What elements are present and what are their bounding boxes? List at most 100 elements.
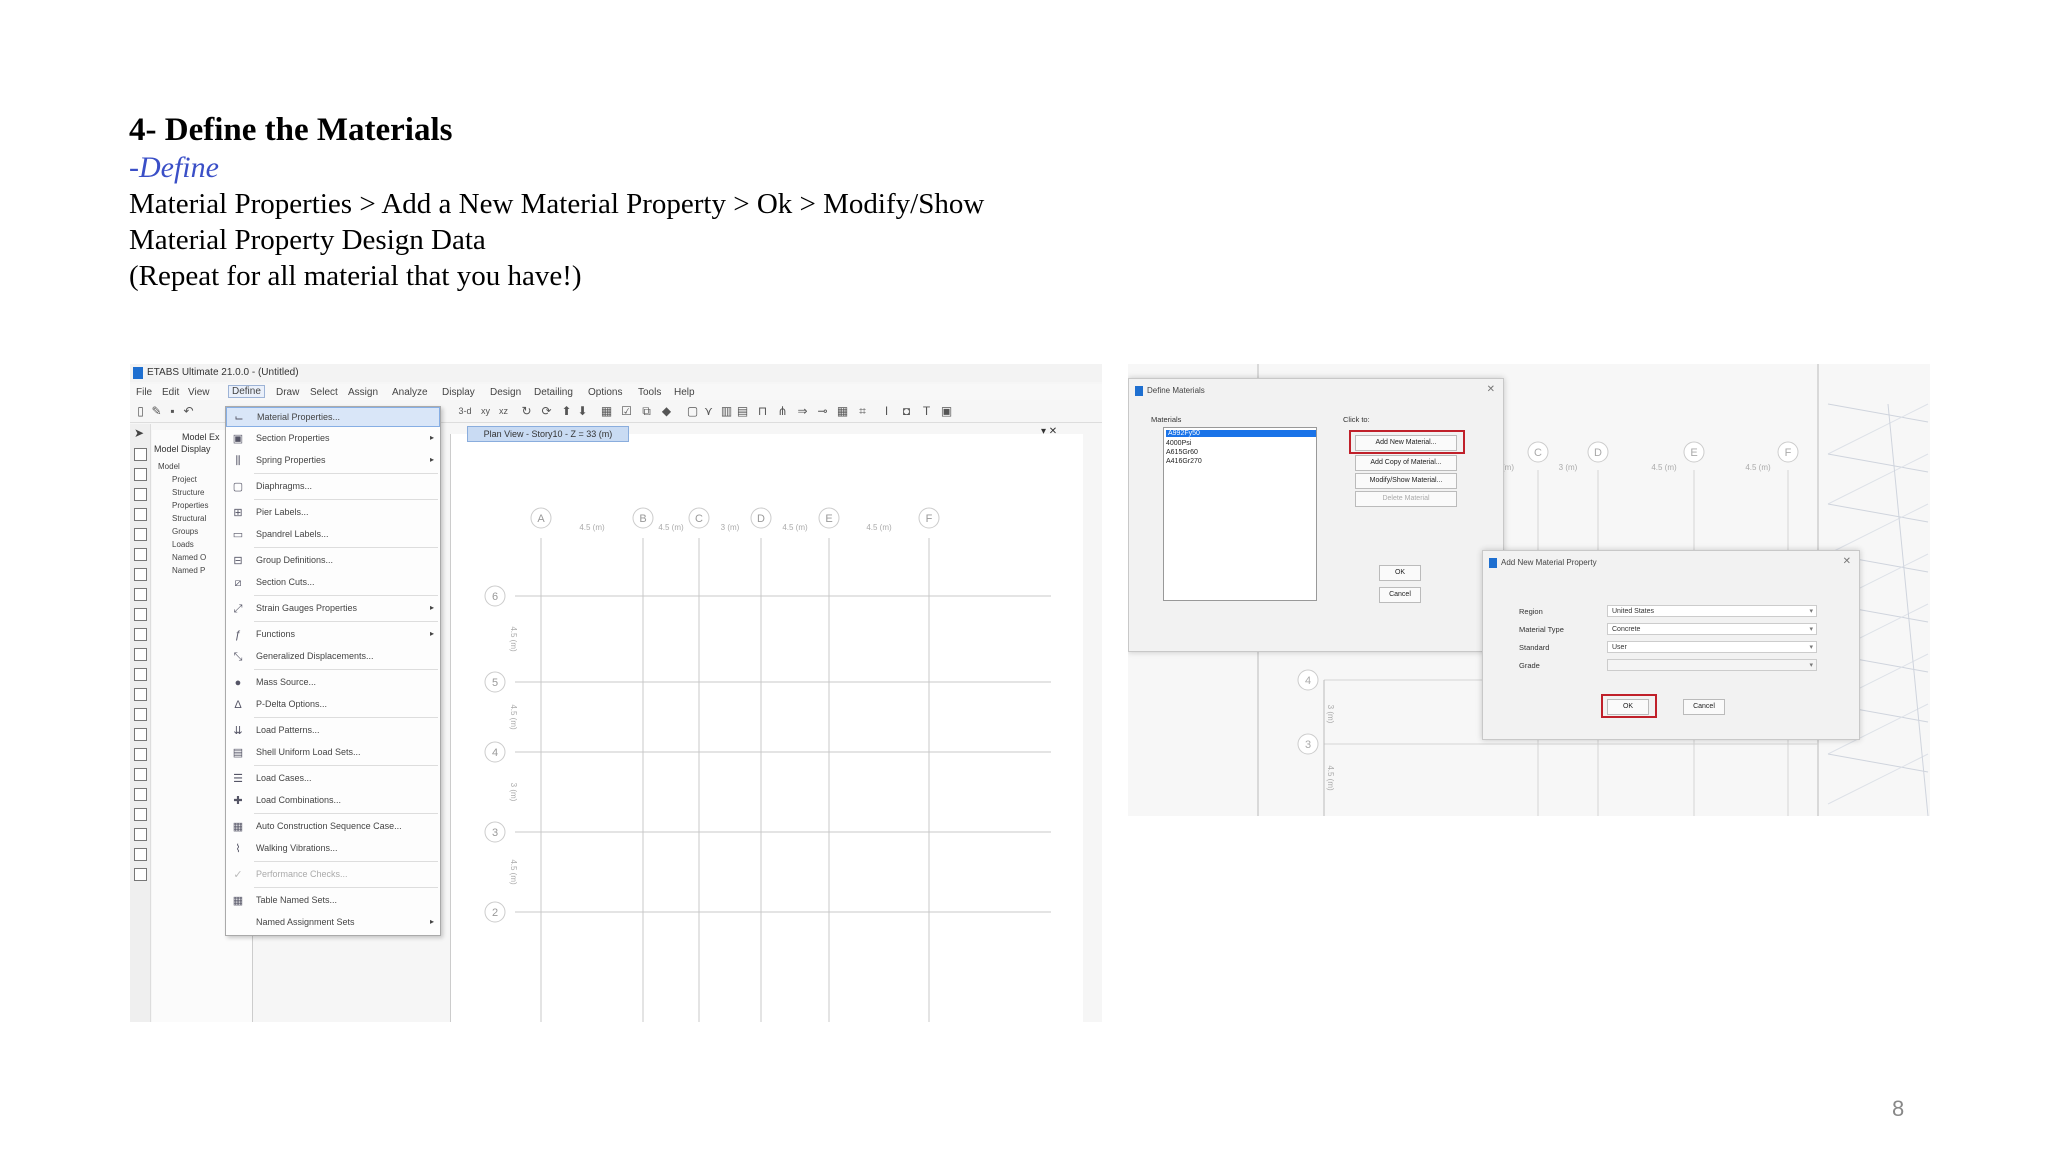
- tree-item[interactable]: Groups: [158, 525, 208, 538]
- box-section-icon[interactable]: ▣: [940, 405, 953, 418]
- tree-item[interactable]: Loads: [158, 538, 208, 551]
- tool-4-icon[interactable]: [134, 508, 147, 521]
- cancel-button[interactable]: Cancel: [1379, 587, 1421, 603]
- list-item[interactable]: 4000Psi: [1166, 440, 1191, 447]
- wall-icon[interactable]: ▥: [720, 405, 733, 418]
- standard-select[interactable]: User ▾: [1607, 641, 1817, 653]
- menu-item-mass-source[interactable]: ● Mass Source...: [226, 673, 440, 693]
- region-select[interactable]: United States ▾: [1607, 605, 1817, 617]
- tool-3-icon[interactable]: [134, 488, 147, 501]
- tree-item[interactable]: Model: [158, 460, 208, 473]
- brace-icon[interactable]: ⋎: [702, 405, 715, 418]
- tool-1-icon[interactable]: [134, 448, 147, 461]
- tool-6-icon[interactable]: [134, 548, 147, 561]
- tree-item[interactable]: Properties: [158, 499, 208, 512]
- link-icon[interactable]: ⊸: [816, 405, 829, 418]
- tool-21-icon[interactable]: [134, 848, 147, 861]
- check-icon[interactable]: ☑: [620, 405, 633, 418]
- menu-detailing[interactable]: Detailing: [534, 387, 573, 398]
- menu-item-group-definitions[interactable]: ⊟ Group Definitions...: [226, 551, 440, 571]
- menu-item-auto-construction-sequence[interactable]: ▦ Auto Construction Sequence Case...: [226, 817, 440, 837]
- tool-5-icon[interactable]: [134, 528, 147, 541]
- tool-2-icon[interactable]: [134, 468, 147, 481]
- tool-20-icon[interactable]: [134, 828, 147, 841]
- menu-item-spandrel-labels[interactable]: ▭ Spandrel Labels...: [226, 525, 440, 545]
- tool-8-icon[interactable]: [134, 588, 147, 601]
- menu-item-table-named-sets[interactable]: ▦ Table Named Sets...: [226, 891, 440, 911]
- ok-button[interactable]: OK: [1379, 565, 1421, 581]
- beam-icon[interactable]: ⊓: [756, 405, 769, 418]
- menu-draw[interactable]: Draw: [276, 387, 299, 398]
- tree-item[interactable]: Structural: [158, 512, 208, 525]
- menu-analyze[interactable]: Analyze: [392, 387, 428, 398]
- menu-item-walking-vibrations[interactable]: ⌇ Walking Vibrations...: [226, 839, 440, 859]
- new-icon[interactable]: ▯: [134, 405, 147, 418]
- tool-15-icon[interactable]: [134, 728, 147, 741]
- pointer-icon[interactable]: ➤: [134, 427, 145, 439]
- tool-7-icon[interactable]: [134, 568, 147, 581]
- tool-14-icon[interactable]: [134, 708, 147, 721]
- menu-options[interactable]: Options: [588, 387, 622, 398]
- tool-17-icon[interactable]: [134, 768, 147, 781]
- menu-select[interactable]: Select: [310, 387, 338, 398]
- menu-view[interactable]: View: [188, 387, 210, 398]
- tool-12-icon[interactable]: [134, 668, 147, 681]
- menu-item-generalized-displacements[interactable]: ⤡ Generalized Displacements...: [226, 647, 440, 667]
- menu-define[interactable]: Define: [228, 385, 265, 398]
- view-3d-button[interactable]: 3-d: [455, 405, 475, 418]
- menu-item-functions[interactable]: ƒ Functions ▸: [226, 625, 440, 645]
- menu-item-material-properties[interactable]: ⌙ Material Properties...: [226, 407, 440, 427]
- dimension-icon[interactable]: ⌗: [856, 405, 869, 418]
- tree-item[interactable]: Named O: [158, 551, 208, 564]
- list-item[interactable]: A416Gr270: [1166, 458, 1202, 465]
- menu-item-spring-properties[interactable]: ⫼ Spring Properties ▸: [226, 451, 440, 471]
- cancel-button[interactable]: Cancel: [1683, 699, 1725, 715]
- frame-icon[interactable]: ▢: [686, 405, 699, 418]
- menu-item-named-assignment-sets[interactable]: Named Assignment Sets ▸: [226, 913, 440, 933]
- menu-item-load-cases[interactable]: ☰ Load Cases...: [226, 769, 440, 789]
- object-icon[interactable]: ◆: [660, 405, 673, 418]
- menu-item-pdelta-options[interactable]: Δ P-Delta Options...: [226, 695, 440, 715]
- save-icon[interactable]: ▪: [166, 405, 179, 418]
- menu-item-shell-uniform-load-sets[interactable]: ▤ Shell Uniform Load Sets...: [226, 743, 440, 763]
- refresh-icon[interactable]: ⟳: [540, 405, 553, 418]
- support-icon[interactable]: ⋔: [776, 405, 789, 418]
- tool-16-icon[interactable]: [134, 748, 147, 761]
- tool-18-icon[interactable]: [134, 788, 147, 801]
- open-icon[interactable]: ✎: [150, 405, 163, 418]
- view-xz-button[interactable]: xz: [497, 405, 510, 418]
- tree-item[interactable]: Named P: [158, 564, 208, 577]
- tool-9-icon[interactable]: [134, 608, 147, 621]
- menu-item-performance-checks[interactable]: ✓ Performance Checks...: [226, 865, 440, 885]
- explorer-tabs[interactable]: Model Display: [154, 444, 211, 454]
- tree-item[interactable]: Project: [158, 473, 208, 486]
- menu-item-load-combinations[interactable]: ✚ Load Combinations...: [226, 791, 440, 811]
- undo-icon[interactable]: ↶: [182, 405, 195, 418]
- section-i-icon[interactable]: I: [880, 405, 893, 418]
- grade-select[interactable]: ▾: [1607, 659, 1817, 671]
- menu-assign[interactable]: Assign: [348, 387, 378, 398]
- tool-19-icon[interactable]: [134, 808, 147, 821]
- load-icon[interactable]: ⇒: [796, 405, 809, 418]
- add-copy-material-button[interactable]: Add Copy of Material...: [1355, 455, 1457, 471]
- close-icon[interactable]: ✕: [1487, 384, 1495, 395]
- up-arrow-icon[interactable]: ⬆: [560, 405, 573, 418]
- menu-edit[interactable]: Edit: [162, 387, 179, 398]
- menu-item-section-properties[interactable]: ▣ Section Properties ▸: [226, 429, 440, 449]
- copy-icon[interactable]: ⧉: [640, 405, 653, 418]
- list-item[interactable]: A615Gr60: [1166, 449, 1198, 456]
- grid-icon[interactable]: ▦: [600, 405, 613, 418]
- down-arrow-icon[interactable]: ⬇: [576, 405, 589, 418]
- menu-item-load-patterns[interactable]: ⇊ Load Patterns...: [226, 721, 440, 741]
- menu-display[interactable]: Display: [442, 387, 475, 398]
- menu-item-diaphragms[interactable]: ▢ Diaphragms...: [226, 477, 440, 497]
- table-icon[interactable]: ▦: [836, 405, 849, 418]
- tool-22-icon[interactable]: [134, 868, 147, 881]
- tool-10-icon[interactable]: [134, 628, 147, 641]
- slab-icon[interactable]: ▤: [736, 405, 749, 418]
- tree-item[interactable]: Structure: [158, 486, 208, 499]
- material-type-select[interactable]: Concrete ▾: [1607, 623, 1817, 635]
- tool-11-icon[interactable]: [134, 648, 147, 661]
- menu-item-pier-labels[interactable]: ⊞ Pier Labels...: [226, 503, 440, 523]
- modify-show-material-button[interactable]: Modify/Show Material...: [1355, 473, 1457, 489]
